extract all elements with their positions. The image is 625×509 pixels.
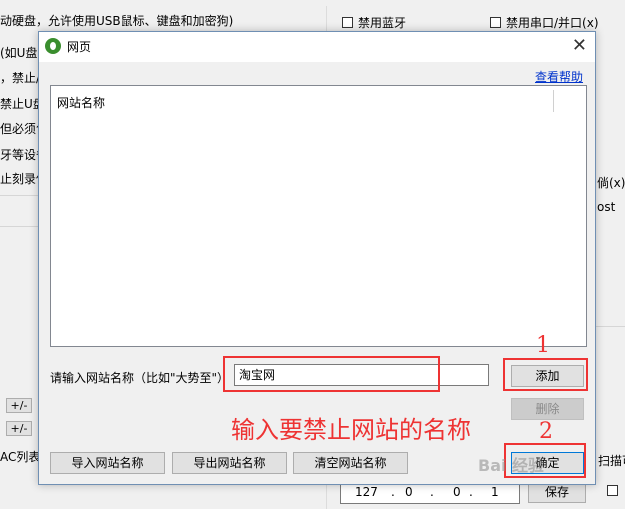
divider	[0, 226, 38, 227]
website-list[interactable]: 网站名称	[50, 85, 587, 347]
close-icon[interactable]: ✕	[572, 35, 587, 57]
divider	[0, 195, 38, 196]
annotation-box-add	[503, 358, 588, 391]
divider	[596, 326, 625, 327]
checkbox-label: 禁用蓝牙	[358, 16, 407, 30]
annotation-step-2: 2	[539, 419, 553, 444]
bg-text-line: (如U盘	[0, 46, 38, 60]
checkbox-background[interactable]	[607, 485, 618, 496]
bg-fragment: ost	[597, 200, 616, 214]
bg-fragment: 扫描可	[598, 454, 625, 468]
annotation-box-input	[223, 356, 440, 392]
dialog-titlebar[interactable]: 网页 ✕	[39, 32, 595, 62]
bg-fragment: 倘(x)	[597, 176, 625, 190]
import-names-button[interactable]: 导入网站名称	[50, 452, 165, 474]
list-column-header[interactable]: 网站名称	[57, 94, 105, 111]
website-name-label: 请输入网站名称（比如"大势至"）	[50, 371, 230, 385]
plus-minus-button[interactable]: +/-	[6, 398, 32, 413]
help-link[interactable]: 查看帮助	[535, 68, 583, 85]
ac-list-label: AC列表	[0, 450, 41, 464]
checkbox-box[interactable]	[342, 17, 353, 28]
bg-text-line: ，禁止/	[0, 71, 41, 85]
checkbox-label: 禁用串口/并口(x)	[506, 16, 599, 30]
annotation-note: 输入要禁止网站的名称	[231, 416, 471, 444]
column-separator[interactable]	[553, 90, 554, 112]
annotation-step-1: 1	[536, 333, 550, 358]
checkbox-box[interactable]	[490, 17, 501, 28]
checkbox-box[interactable]	[607, 485, 618, 496]
checkbox-disable-bluetooth[interactable]: 禁用蓝牙	[342, 14, 406, 31]
checkbox-disable-serial[interactable]: 禁用串口/并口(x)	[490, 14, 599, 31]
export-names-button[interactable]: 导出网站名称	[172, 452, 287, 474]
dialog-title: 网页	[67, 40, 92, 54]
app-logo-icon	[45, 38, 61, 54]
watermark: Bai 经验	[478, 456, 545, 475]
delete-button[interactable]: 删除	[511, 398, 584, 420]
clear-names-button[interactable]: 清空网站名称	[293, 452, 408, 474]
bg-text-line: 动硬盘，允许使用USB鼠标、键盘和加密狗)	[0, 14, 234, 28]
plus-minus-button[interactable]: +/-	[6, 421, 32, 436]
